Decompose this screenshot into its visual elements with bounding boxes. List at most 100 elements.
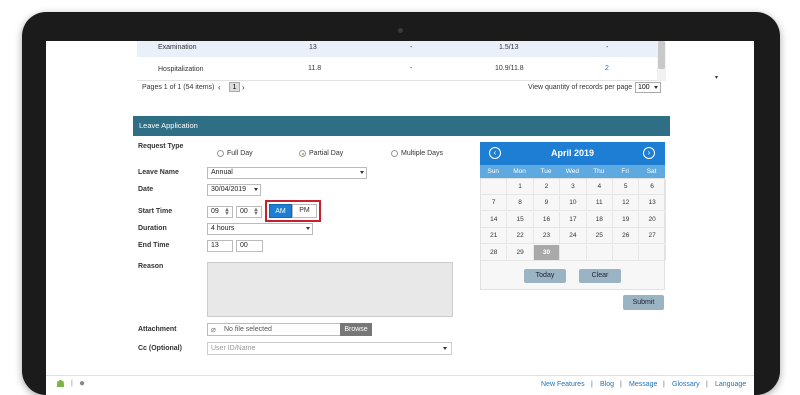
footer-link-message[interactable]: Message [629,381,657,388]
start-minute-input[interactable]: 00 ▲ ▼ [236,206,262,218]
pager-next-icon[interactable]: › [242,83,245,92]
calendar-weekdays: Sun Mon Tue Wed Thu Fri Sat [480,165,665,178]
radio-multiple-days-label[interactable]: Multiple Days [401,150,443,157]
start-hour-input[interactable]: 09 ▲ ▼ [207,206,233,218]
calendar-day[interactable]: 13 [639,195,666,212]
end-time-label: End Time [138,242,170,249]
start-minute-value: 00 [240,208,248,215]
leave-name-select[interactable]: Annual [207,167,367,179]
calendar-day[interactable]: 10 [560,195,587,212]
calendar-empty-cell [613,244,640,261]
calendar-day[interactable]: 3 [560,179,587,195]
table-cell-link[interactable]: 2 [605,65,609,72]
chevron-down-icon [254,188,258,191]
footer-link-blog[interactable]: Blog [600,381,614,388]
cc-input[interactable]: User ID/Name [207,342,452,355]
footer: ☗ | ● New Features | Blog | Message | Gl… [46,375,754,395]
calendar-day[interactable]: 26 [613,228,640,245]
table-scrollbar-thumb[interactable] [658,41,665,69]
calendar-day[interactable]: 14 [481,211,508,228]
calendar-empty-cell [586,244,613,261]
calendar-day[interactable]: 16 [533,211,561,228]
chevron-down-icon [443,347,447,350]
calendar-day[interactable]: 17 [560,211,587,228]
submit-button[interactable]: Submit [623,295,664,310]
cc-placeholder: User ID/Name [211,345,256,352]
camera-dot [398,28,403,33]
calendar-day[interactable]: 8 [507,195,534,212]
calendar-day[interactable]: 18 [586,211,613,228]
spinner-icon[interactable]: ▲ ▼ [224,207,230,217]
calendar-day[interactable]: 1 [507,179,534,195]
date-value: 30/04/2019 [211,186,247,193]
paperclip-icon: ⌀ [211,325,216,334]
calendar-day[interactable]: 12 [613,195,640,212]
leave-name-value: Annual [211,169,233,176]
calendar-day[interactable]: 25 [586,228,613,245]
calendar-day[interactable]: 24 [560,228,587,245]
calendar-day[interactable]: 6 [639,179,666,195]
calendar-day[interactable]: 7 [481,195,508,212]
duration-value: 4 hours [211,225,235,232]
calendar-day[interactable]: 20 [639,211,666,228]
calendar-day[interactable]: 11 [586,195,613,212]
pager-current-page[interactable]: 1 [229,82,240,92]
calendar-day[interactable]: 23 [533,228,561,245]
calendar-day[interactable]: 19 [613,211,640,228]
apple-icon[interactable]: ● [79,378,85,389]
calendar-day[interactable]: 15 [507,211,534,228]
footer-link-new-features[interactable]: New Features [541,381,585,388]
attachment-label: Attachment [138,326,177,333]
request-type-label: Request Type [138,143,184,150]
date-label: Date [138,186,154,193]
radio-multiple-days[interactable] [391,150,398,157]
footer-link-glossary[interactable]: Glossary [672,381,700,388]
calendar-day[interactable]: 21 [481,228,508,245]
scroll-down-arrow-icon[interactable]: ▾ [715,74,718,81]
end-minute-input[interactable]: 00 [236,240,263,252]
table-cell: 11.8 [308,65,322,72]
file-placeholder: No file selected [224,326,272,333]
pager-summary: Pages 1 of 1 (54 items) [142,84,215,91]
weekday-label: Thu [593,168,605,175]
radio-partial-day-label[interactable]: Partial Day [309,150,343,157]
calendar-day[interactable]: 22 [507,228,534,245]
am-button[interactable]: AM [269,204,292,218]
date-select[interactable]: 30/04/2019 [207,184,261,196]
footer-separator: | [620,381,622,388]
radio-full-day[interactable] [217,150,224,157]
reason-textarea[interactable] [207,262,453,317]
calendar-next-icon[interactable]: › [643,147,655,159]
pager-prev-icon[interactable]: ‹ [218,83,221,92]
calendar-empty-cell [639,244,666,261]
calendar-day[interactable]: 30 [533,244,561,261]
browse-button[interactable]: Browse [340,323,372,336]
records-per-page-label: View quantity of records per page [528,84,633,91]
calendar-day[interactable]: 29 [507,244,534,261]
calendar-day[interactable]: 28 [481,244,508,261]
calendar-day[interactable]: 27 [639,228,666,245]
clear-button[interactable]: Clear [579,269,621,283]
chevron-down-icon [654,86,658,89]
duration-select[interactable]: 4 hours [207,223,313,235]
calendar-prev-icon[interactable]: ‹ [489,147,501,159]
weekday-label: Sat [646,168,657,175]
pm-button[interactable]: PM [292,204,317,218]
records-per-page-value: 100 [638,84,650,91]
spinner-icon[interactable]: ▲ ▼ [253,207,259,217]
calendar-empty-cell [560,244,587,261]
calendar-day[interactable]: 9 [533,195,561,212]
calendar-day[interactable]: 2 [533,179,561,195]
end-hour-input[interactable]: 13 [207,240,233,252]
table-row [137,41,657,57]
radio-partial-day[interactable] [299,150,306,157]
table-cell: Examination [158,44,197,51]
radio-full-day-label[interactable]: Full Day [227,150,253,157]
calendar-day[interactable]: 5 [613,179,640,195]
footer-link-language[interactable]: Language [715,381,746,388]
android-icon[interactable]: ☗ [56,379,65,390]
records-per-page-select[interactable]: 100 [635,82,661,93]
today-button[interactable]: Today [524,269,566,283]
table-cell: - [410,65,413,72]
calendar-day[interactable]: 4 [586,179,613,195]
